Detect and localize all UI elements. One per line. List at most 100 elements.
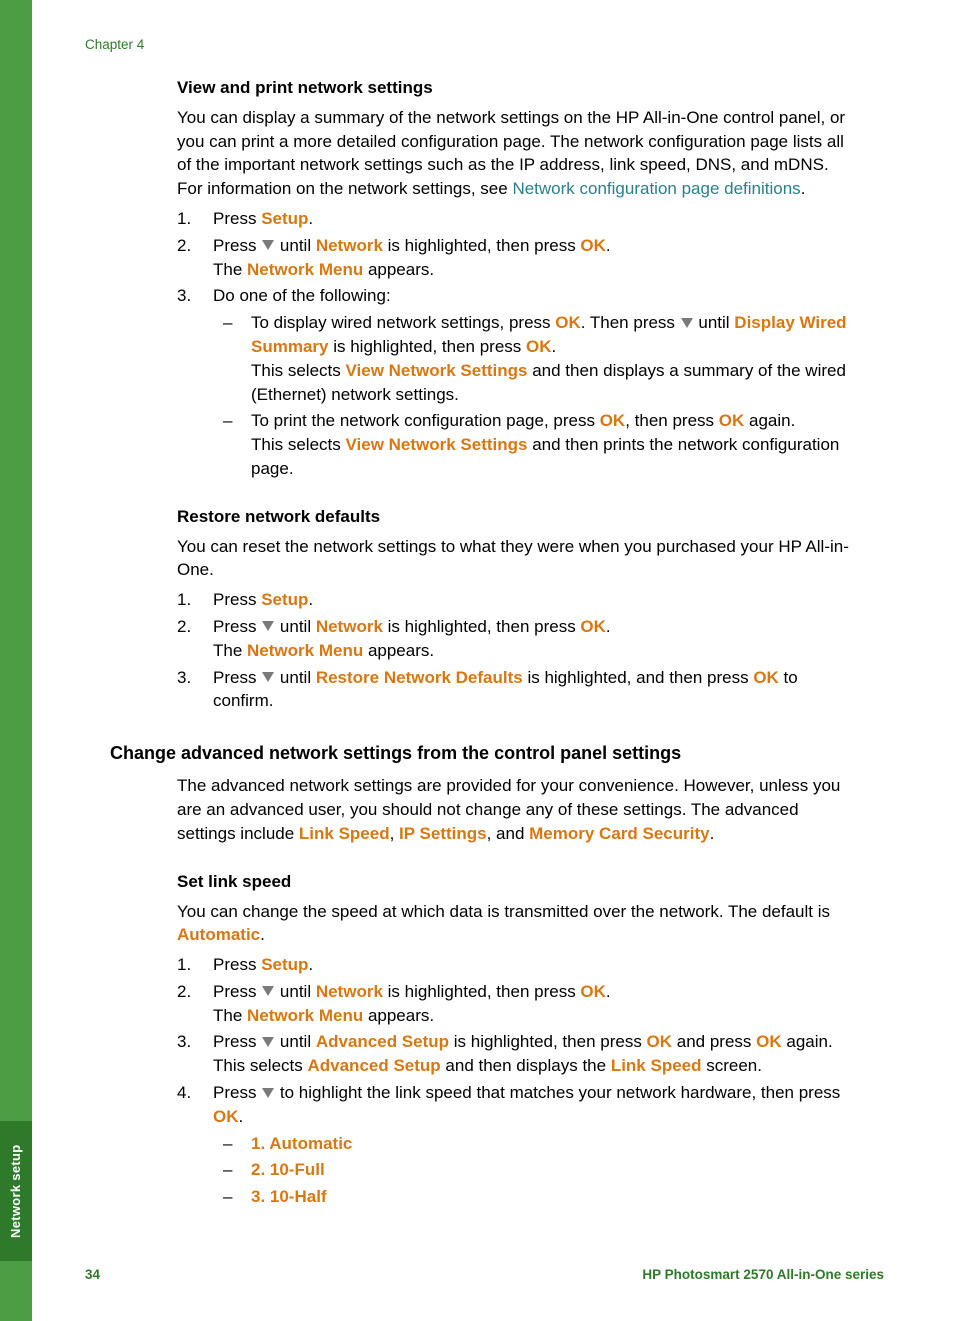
btn-ok: OK [719, 411, 745, 430]
text: This selects [213, 1056, 307, 1075]
text: . [260, 925, 265, 944]
text: is highlighted, then press [383, 236, 581, 255]
network-menu: Network Menu [247, 260, 363, 279]
text: again. [782, 1032, 833, 1051]
text: The [213, 1006, 247, 1025]
text: Press [213, 955, 261, 974]
restore-network-defaults: Restore Network Defaults [316, 668, 523, 687]
network-menu: Network Menu [247, 641, 363, 660]
side-tab: Network setup [0, 1121, 32, 1261]
main-content: View and print network settings You can … [177, 76, 857, 1212]
option-label: 3. 10-Half [251, 1187, 327, 1206]
ip-settings: IP Settings [399, 824, 487, 843]
text: until [275, 617, 316, 636]
step-3: Press until Restore Network Defaults is … [177, 666, 857, 714]
steps-view-print: Press Setup. Press until Network is high… [177, 207, 857, 481]
text: appears. [363, 260, 434, 279]
text: Press [213, 982, 261, 1001]
text: until [275, 982, 316, 1001]
down-arrow-icon [681, 318, 693, 328]
text: . [239, 1107, 244, 1126]
down-arrow-icon [262, 621, 274, 631]
down-arrow-icon [262, 672, 274, 682]
btn-ok: OK [753, 668, 779, 687]
intro-paragraph-3: The advanced network settings are provid… [177, 774, 857, 845]
text: is highlighted, then press [328, 337, 526, 356]
btn-network: Network [316, 236, 383, 255]
down-arrow-icon [262, 986, 274, 996]
down-arrow-icon [262, 1037, 274, 1047]
text: Press [213, 209, 261, 228]
text: . [606, 236, 611, 255]
text: . Then press [581, 313, 680, 332]
text: Do one of the following: [213, 286, 391, 305]
btn-ok: OK [526, 337, 552, 356]
steps-link-speed: Press Setup. Press until Network is high… [177, 953, 857, 1209]
chapter-label: Chapter 4 [85, 36, 144, 55]
network-menu: Network Menu [247, 1006, 363, 1025]
btn-setup: Setup [261, 590, 308, 609]
automatic: Automatic [177, 925, 260, 944]
text: , and [487, 824, 530, 843]
text: is highlighted, then press [449, 1032, 647, 1051]
step-1: Press Setup. [177, 953, 857, 977]
page-footer: 34 HP Photosmart 2570 All-in-One series [85, 1266, 884, 1285]
down-arrow-icon [262, 240, 274, 250]
text: . [606, 982, 611, 1001]
opt-10-full: 2. 10-Full [213, 1158, 857, 1182]
step-3-options: To display wired network settings, press… [213, 311, 857, 481]
btn-setup: Setup [261, 209, 308, 228]
heading-set-link-speed: Set link speed [177, 870, 857, 894]
opt-automatic: 1. Automatic [213, 1132, 857, 1156]
text: , then press [625, 411, 719, 430]
text: until [275, 668, 316, 687]
opt-10-half: 3. 10-Half [213, 1185, 857, 1209]
text: To print the network configuration page,… [251, 411, 600, 430]
text: The [213, 260, 247, 279]
option-result: This selects View Network Settings and t… [251, 433, 857, 481]
step-2: Press until Network is highlighted, then… [177, 980, 857, 1028]
text: and press [672, 1032, 756, 1051]
view-network-settings: View Network Settings [345, 361, 527, 380]
text: To display wired network settings, press [251, 313, 555, 332]
intro-paragraph-4: You can change the speed at which data i… [177, 900, 857, 948]
step-1: Press Setup. [177, 588, 857, 612]
text: You can change the speed at which data i… [177, 902, 830, 921]
text: is highlighted, then press [383, 617, 581, 636]
btn-ok: OK [213, 1107, 239, 1126]
btn-ok: OK [756, 1032, 782, 1051]
link-speed: Link Speed [611, 1056, 702, 1075]
option-display-wired: To display wired network settings, press… [213, 311, 857, 406]
memory-card-security: Memory Card Security [529, 824, 709, 843]
text: appears. [363, 641, 434, 660]
link-speed-options: 1. Automatic 2. 10-Full 3. 10-Half [213, 1132, 857, 1209]
text: Press [213, 236, 261, 255]
option-label: 1. Automatic [251, 1134, 352, 1153]
page-number: 34 [85, 1266, 100, 1285]
text: to highlight the link speed that matches… [275, 1083, 840, 1102]
btn-ok: OK [580, 236, 606, 255]
option-label: 2. 10-Full [251, 1160, 325, 1179]
text: This selects [251, 435, 345, 454]
text: and then displays the [441, 1056, 611, 1075]
option-print-config: To print the network configuration page,… [213, 409, 857, 480]
link-network-config-defs[interactable]: Network configuration page definitions [512, 179, 800, 198]
step-2-note: The Network Menu appears. [213, 258, 857, 282]
text: This selects [251, 361, 345, 380]
steps-restore: Press Setup. Press until Network is high… [177, 588, 857, 713]
text: . [710, 824, 715, 843]
text: Press [213, 1083, 261, 1102]
text: . [308, 590, 313, 609]
step-2: Press until Network is highlighted, then… [177, 234, 857, 282]
step-3: Do one of the following: To display wire… [177, 284, 857, 480]
btn-ok: OK [600, 411, 626, 430]
text: is highlighted, and then press [523, 668, 754, 687]
btn-ok: OK [555, 313, 581, 332]
intro-paragraph-1: You can display a summary of the network… [177, 106, 857, 201]
heading-view-print: View and print network settings [177, 76, 857, 100]
product-series: HP Photosmart 2570 All-in-One series [642, 1266, 884, 1285]
btn-setup: Setup [261, 955, 308, 974]
advanced-setup: Advanced Setup [307, 1056, 440, 1075]
step-3: Press until Advanced Setup is highlighte… [177, 1030, 857, 1078]
text: until [694, 313, 735, 332]
